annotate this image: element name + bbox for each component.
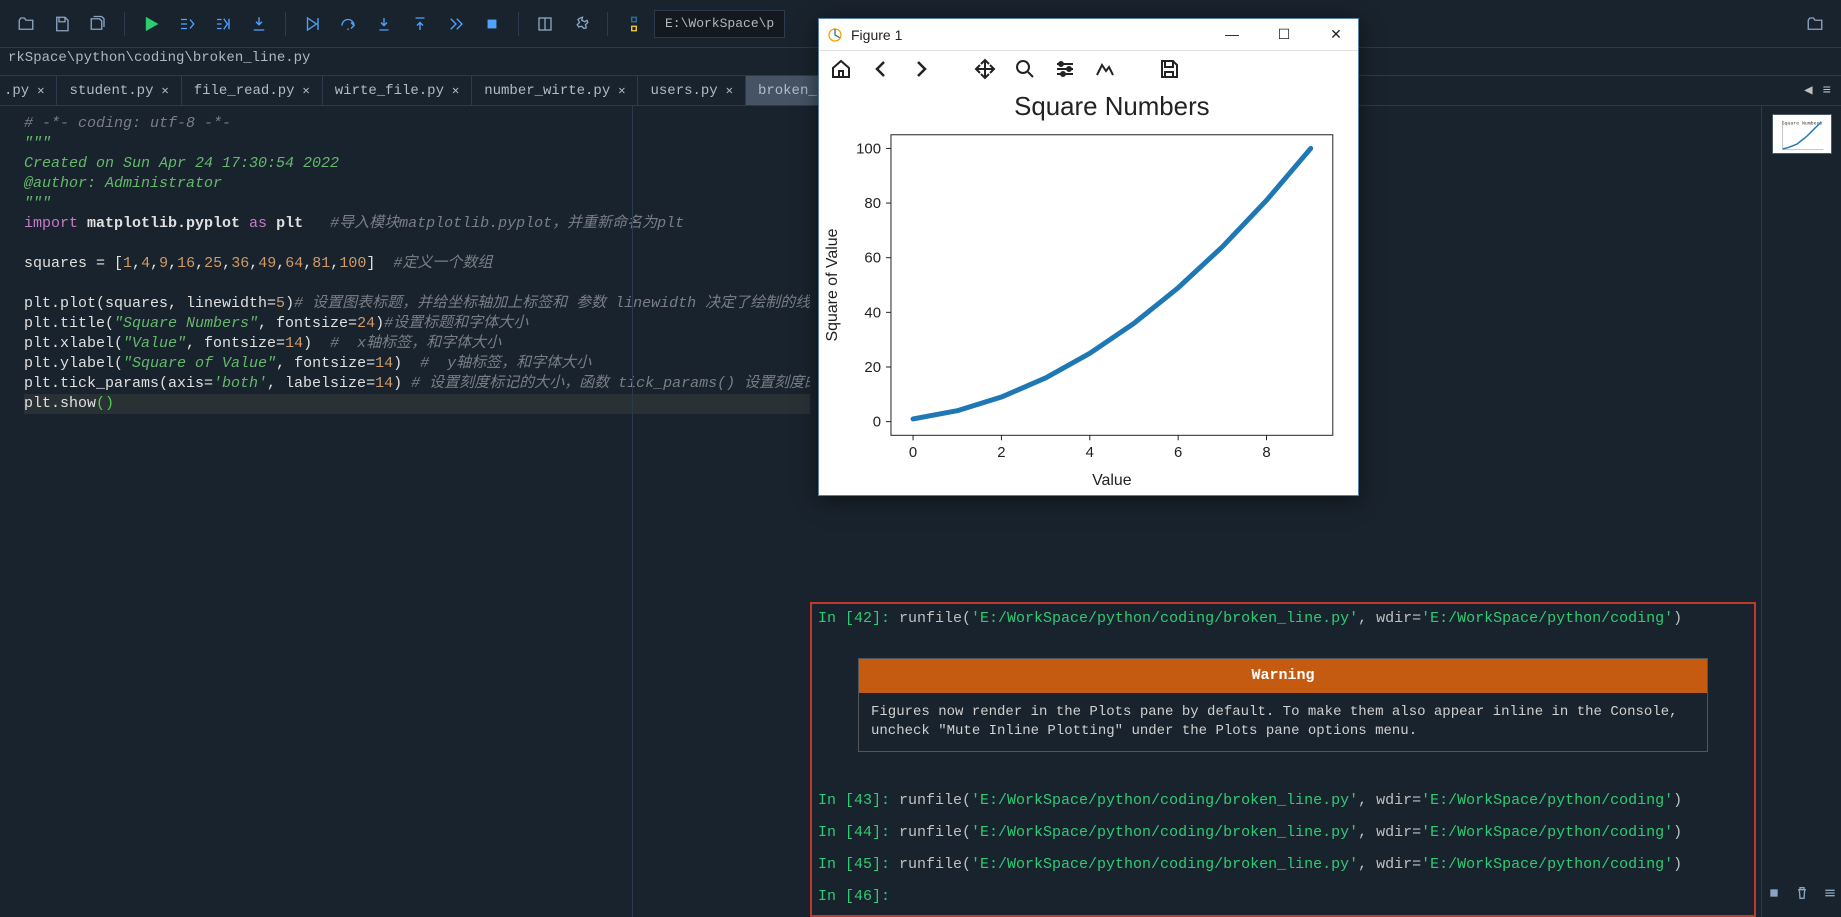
zoom-icon[interactable] [1013,57,1037,81]
preferences-button[interactable] [565,8,597,40]
svg-text:Square Numbers: Square Numbers [1014,93,1209,121]
debug-button[interactable] [296,8,328,40]
tab-number_wirte-py[interactable]: number_wirte.py✕ [472,76,638,105]
warning-body: Figures now render in the Plots pane by … [859,693,1707,751]
step-into-button[interactable] [368,8,400,40]
svg-text:60: 60 [864,250,881,267]
python-icon[interactable] [618,8,650,40]
plots-pane: Square Numbers [1761,106,1841,917]
close-icon[interactable]: ✕ [452,83,459,98]
figure-window[interactable]: Figure 1 — ☐ ✕ Square Numbers02468020406… [818,18,1359,496]
svg-text:40: 40 [864,304,881,321]
pan-icon[interactable] [973,57,997,81]
svg-text:100: 100 [856,140,881,157]
back-icon[interactable] [869,57,893,81]
minimize-button[interactable]: — [1218,26,1246,43]
warning-banner: WarningFigures now render in the Plots p… [858,658,1708,752]
continue-button[interactable] [440,8,472,40]
edit-axis-icon[interactable] [1093,57,1117,81]
svg-text:6: 6 [1174,444,1182,461]
figure-title-text: Figure 1 [851,27,902,43]
working-dir-input[interactable]: E:\WorkSpace\p [654,10,785,38]
plots-menu-icon[interactable] [1820,883,1840,903]
svg-text:0: 0 [873,414,881,431]
matplotlib-icon [827,27,843,43]
forward-icon[interactable] [909,57,933,81]
run-cell-advance-button[interactable] [207,8,239,40]
svg-text:Square Numbers: Square Numbers [1781,121,1822,127]
warning-title: Warning [859,659,1707,693]
run-selection-button[interactable] [243,8,275,40]
working-dir-text: E:\WorkSpace\p [665,16,774,31]
stop-kernel-icon[interactable] [1764,883,1784,903]
maximize-button[interactable]: ☐ [1270,26,1298,43]
tab-wirte_file-py[interactable]: wirte_file.py✕ [323,76,472,105]
svg-text:80: 80 [864,195,881,212]
save-all-button[interactable] [82,8,114,40]
window-close-button[interactable]: ✕ [1322,26,1350,43]
browse-dir-button[interactable] [1799,8,1831,40]
svg-text:8: 8 [1262,444,1270,461]
ipython-console[interactable]: In [42]: runfile('E:/WorkSpace/python/co… [810,602,1756,917]
tab-scroll-left-icon[interactable]: ◀ [1804,82,1812,99]
tab-users-py[interactable]: users.py✕ [638,76,745,105]
open-folder-button[interactable] [10,8,42,40]
run-cell-button[interactable] [171,8,203,40]
close-icon[interactable]: ✕ [37,83,44,98]
tab-partial[interactable]: .py✕ [0,76,57,105]
save-button[interactable] [46,8,78,40]
close-icon[interactable]: ✕ [726,83,733,98]
layout-button[interactable] [529,8,561,40]
svg-text:20: 20 [864,359,881,376]
tab-file_read-py[interactable]: file_read.py✕ [182,76,323,105]
save-figure-icon[interactable] [1157,57,1181,81]
svg-text:Value: Value [1092,472,1132,489]
configure-icon[interactable] [1053,57,1077,81]
close-icon[interactable]: ✕ [303,83,310,98]
delete-plot-icon[interactable] [1792,883,1812,903]
tab-list-icon[interactable]: ≡ [1823,83,1831,99]
run-button[interactable] [135,8,167,40]
close-icon[interactable]: ✕ [618,83,625,98]
step-over-button[interactable] [332,8,364,40]
svg-text:2: 2 [997,444,1005,461]
chart-area: Square Numbers02468020406080100ValueSqua… [819,87,1358,495]
plot-thumbnail[interactable]: Square Numbers [1772,114,1832,154]
svg-text:0: 0 [909,444,917,461]
figure-toolbar [819,51,1358,87]
ruler-line [632,106,633,917]
svg-text:4: 4 [1086,444,1094,461]
code-editor[interactable]: # -*- coding: utf-8 -*-"""Created on Sun… [0,106,810,917]
step-out-button[interactable] [404,8,436,40]
figure-titlebar[interactable]: Figure 1 — ☐ ✕ [819,19,1358,51]
home-icon[interactable] [829,57,853,81]
svg-text:Square of Value: Square of Value [824,228,841,341]
close-icon[interactable]: ✕ [161,83,168,98]
stop-button[interactable] [476,8,508,40]
tab-student-py[interactable]: student.py✕ [57,76,181,105]
